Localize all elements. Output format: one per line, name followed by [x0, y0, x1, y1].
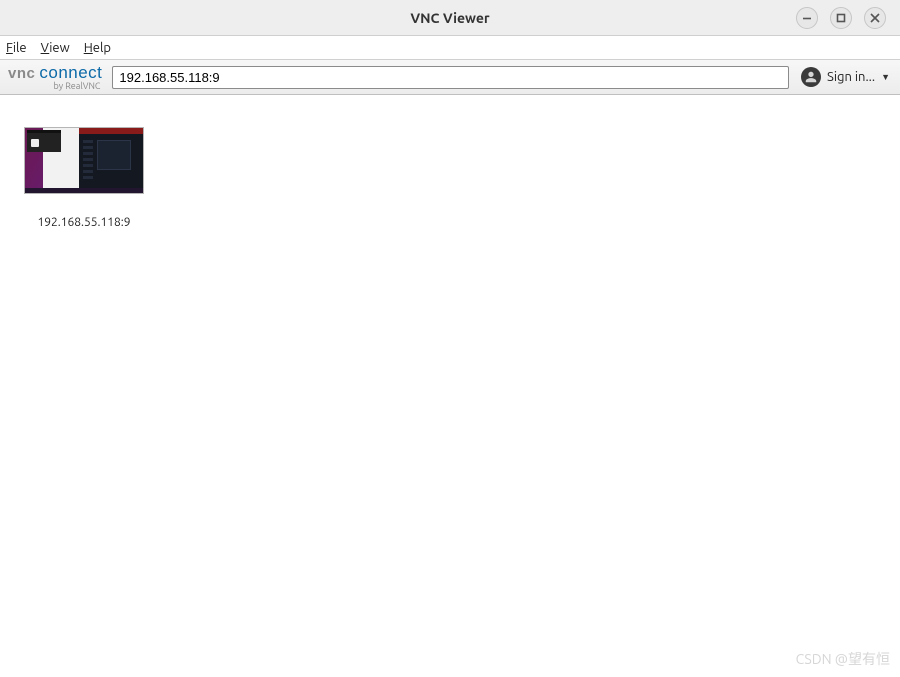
window-controls	[796, 7, 900, 29]
connections-area: 192.168.55.118:9	[0, 95, 900, 261]
close-button[interactable]	[864, 7, 886, 29]
title-bar: VNC Viewer	[0, 0, 900, 36]
menu-help[interactable]: Help	[84, 41, 111, 55]
toolbar: vnc connect by RealVNC Sign in... ▼	[0, 60, 900, 95]
logo-brand-1: vnc	[8, 66, 35, 81]
maximize-icon	[836, 13, 846, 23]
menu-bar: File View Help	[0, 36, 900, 60]
minimize-button[interactable]	[796, 7, 818, 29]
maximize-button[interactable]	[830, 7, 852, 29]
address-input[interactable]	[112, 66, 789, 89]
sign-in-label: Sign in...	[827, 70, 875, 84]
close-icon	[870, 13, 880, 23]
menu-file[interactable]: File	[6, 41, 27, 55]
connection-label: 192.168.55.118:9	[37, 216, 130, 229]
connection-card[interactable]: 192.168.55.118:9	[22, 127, 146, 229]
connection-thumbnail	[24, 127, 144, 194]
menu-view[interactable]: View	[41, 41, 70, 55]
window-title: VNC Viewer	[0, 10, 900, 26]
logo-brand-2: connect	[39, 64, 102, 81]
logo-byline: by RealVNC	[8, 82, 102, 91]
sign-in-button[interactable]: Sign in... ▼	[799, 67, 892, 87]
chevron-down-icon: ▼	[881, 72, 890, 82]
avatar-icon	[801, 67, 821, 87]
minimize-icon	[802, 13, 812, 23]
vnc-logo: vnc connect by RealVNC	[8, 64, 102, 91]
watermark-text: CSDN @望有恒	[796, 649, 890, 669]
